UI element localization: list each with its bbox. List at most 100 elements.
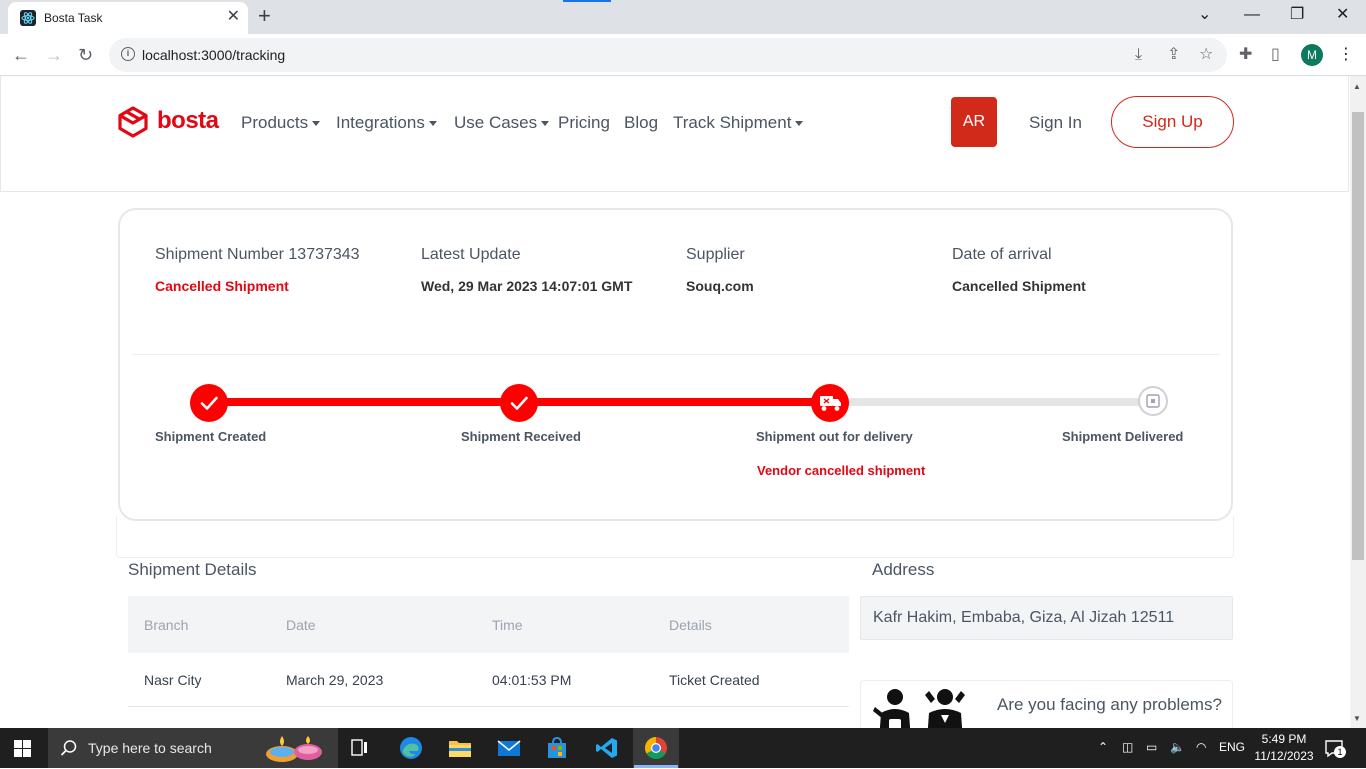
logo-text[interactable]: bosta xyxy=(157,107,219,135)
store-app-icon[interactable] xyxy=(545,736,569,760)
cancel-reason: Vendor cancelled shipment xyxy=(757,463,926,478)
bosta-logo-icon[interactable] xyxy=(117,106,149,138)
table-row: Nasr City March 29, 2023 04:01:53 PM Tic… xyxy=(128,653,849,707)
column-header-branch: Branch xyxy=(144,617,189,633)
edge-app-icon[interactable] xyxy=(399,736,423,760)
nav-products[interactable]: Products xyxy=(241,113,321,133)
scroll-down-icon[interactable]: ▼ xyxy=(1353,714,1361,723)
address-value: Kafr Hakim, Embaba, Giza, Al Jizah 12511 xyxy=(873,609,1175,626)
nav-track-shipment[interactable]: Track Shipment xyxy=(673,113,804,133)
install-app-icon[interactable]: ⤓ xyxy=(1135,46,1142,64)
clock[interactable]: 5:49 PM 11/12/2023 xyxy=(1252,731,1316,765)
scrollbar-thumb[interactable] xyxy=(1352,112,1364,560)
mail-app-icon[interactable] xyxy=(497,736,521,760)
chrome-menu-icon[interactable]: ⋮ xyxy=(1338,45,1354,65)
back-icon[interactable]: ← xyxy=(12,44,30,66)
search-placeholder: Type here to search xyxy=(88,740,212,756)
help-text: Are you facing any problems? xyxy=(997,695,1222,714)
latest-update-label: Latest Update xyxy=(421,246,521,263)
network-icon[interactable]: ◠ xyxy=(1196,740,1206,754)
extensions-icon[interactable]: ✚ xyxy=(1239,45,1252,65)
new-tab-icon[interactable]: + xyxy=(258,4,271,28)
language-ar-button[interactable]: AR xyxy=(951,97,997,147)
step-delivery-truck-icon xyxy=(811,384,849,422)
card-shadow-frame xyxy=(116,516,1234,558)
column-header-time: Time xyxy=(492,617,523,633)
diwali-search-highlight-icon xyxy=(264,732,330,764)
notification-badge: 1 xyxy=(1334,746,1346,758)
cell-date: March 29, 2023 xyxy=(286,672,384,688)
meet-now-icon[interactable]: ◫ xyxy=(1122,740,1133,754)
close-window-icon[interactable]: ✕ xyxy=(1336,4,1349,26)
step-out-for-delivery-label: Shipment out for delivery xyxy=(756,429,913,444)
taskbar-search[interactable]: Type here to search xyxy=(48,728,338,768)
nav-products-label: Products xyxy=(241,113,309,132)
nav-blog[interactable]: Blog xyxy=(624,113,658,133)
sign-in-link[interactable]: Sign In xyxy=(1029,113,1082,133)
scroll-up-icon[interactable]: ▲ xyxy=(1353,82,1361,91)
caret-down-icon xyxy=(312,121,321,127)
file-explorer-app-icon[interactable] xyxy=(448,736,472,760)
forward-icon[interactable]: → xyxy=(45,44,63,66)
show-hidden-icons-chevron-icon[interactable]: ⌃ xyxy=(1098,740,1108,754)
react-favicon-icon xyxy=(20,10,36,26)
reload-icon[interactable]: ↻ xyxy=(78,44,93,66)
clock-date: 11/12/2023 xyxy=(1254,749,1314,763)
caret-down-icon xyxy=(795,121,804,127)
restore-icon[interactable]: ❐ xyxy=(1290,4,1304,26)
input-language[interactable]: ENG xyxy=(1219,740,1245,754)
step-delivered-label: Shipment Delivered xyxy=(1062,429,1184,444)
browser-tab-strip: Bosta Task ✕ + ⌄ — ❐ ✕ xyxy=(0,0,1366,34)
nav-pricing[interactable]: Pricing xyxy=(558,113,610,133)
tab-close-icon[interactable]: ✕ xyxy=(227,8,240,26)
latest-update-value: Wed, 29 Mar 2023 14:07:01 GMT xyxy=(421,278,633,294)
address-bar[interactable]: i localhost:3000/tracking ⤓ ⇪ ☆ xyxy=(109,38,1227,72)
step-created-label: Shipment Created xyxy=(155,429,267,444)
column-header-details: Details xyxy=(669,617,712,633)
step-received-check-icon xyxy=(500,384,538,422)
search-icon xyxy=(60,740,77,756)
column-header-date: Date xyxy=(286,617,316,633)
arrival-label: Date of arrival xyxy=(952,246,1052,263)
cell-details: Ticket Created xyxy=(669,672,760,688)
address-box: Kafr Hakim, Embaba, Giza, Al Jizah 12511 xyxy=(860,596,1233,640)
confused-people-illustration-icon xyxy=(873,685,973,728)
minimize-icon[interactable]: — xyxy=(1244,4,1260,26)
notification-center-icon[interactable]: 1 xyxy=(1324,738,1346,763)
volume-icon[interactable]: 🔈 xyxy=(1170,740,1185,754)
arrival-value: Cancelled Shipment xyxy=(952,278,1086,294)
page-viewport: bosta Products Integrations Use Cases Pr… xyxy=(0,76,1350,728)
tracking-card: Shipment Number 13737343 Cancelled Shipm… xyxy=(118,208,1233,521)
vscode-app-icon[interactable] xyxy=(595,736,619,760)
step-received-label: Shipment Received xyxy=(461,429,581,444)
nav-integrations[interactable]: Integrations xyxy=(336,113,437,133)
battery-icon[interactable]: ▭ xyxy=(1146,740,1157,754)
help-box[interactable]: Are you facing any problems? xyxy=(860,680,1233,728)
site-info-icon[interactable]: i xyxy=(121,47,135,61)
sign-up-button[interactable]: Sign Up xyxy=(1111,96,1234,148)
tab-search-chevron-icon[interactable]: ⌄ xyxy=(1198,4,1211,26)
table-header: Branch Date Time Details xyxy=(128,596,849,653)
shipment-details-table: Branch Date Time Details Nasr City March… xyxy=(128,596,849,728)
browser-tab[interactable]: Bosta Task ✕ xyxy=(8,2,248,34)
share-icon[interactable]: ⇪ xyxy=(1167,46,1180,64)
tab-strip-indicator xyxy=(563,0,611,2)
step-delivered-box-icon xyxy=(1138,386,1168,416)
url-text[interactable]: localhost:3000/tracking xyxy=(142,47,285,63)
address-title: Address xyxy=(872,560,935,579)
side-panel-icon[interactable]: ▯ xyxy=(1271,45,1280,65)
caret-down-icon xyxy=(541,121,550,127)
supplier-value: Souq.com xyxy=(686,278,754,294)
clock-time: 5:49 PM xyxy=(1261,732,1307,746)
nav-use-cases-label: Use Cases xyxy=(454,113,538,132)
chrome-app-icon[interactable] xyxy=(644,736,668,760)
bookmark-star-icon[interactable]: ☆ xyxy=(1199,46,1213,64)
caret-down-icon xyxy=(428,121,437,127)
nav-use-cases[interactable]: Use Cases xyxy=(454,113,550,133)
windows-taskbar: Type here to search ⌃ ◫ ▭ 🔈 ◠ ENG 5:49 P… xyxy=(0,728,1366,768)
windows-start-icon[interactable] xyxy=(14,740,31,757)
task-view-icon[interactable] xyxy=(350,738,370,763)
profile-avatar[interactable]: M xyxy=(1301,44,1323,66)
shipment-status: Cancelled Shipment xyxy=(155,278,289,294)
shipment-details-title: Shipment Details xyxy=(128,560,257,579)
